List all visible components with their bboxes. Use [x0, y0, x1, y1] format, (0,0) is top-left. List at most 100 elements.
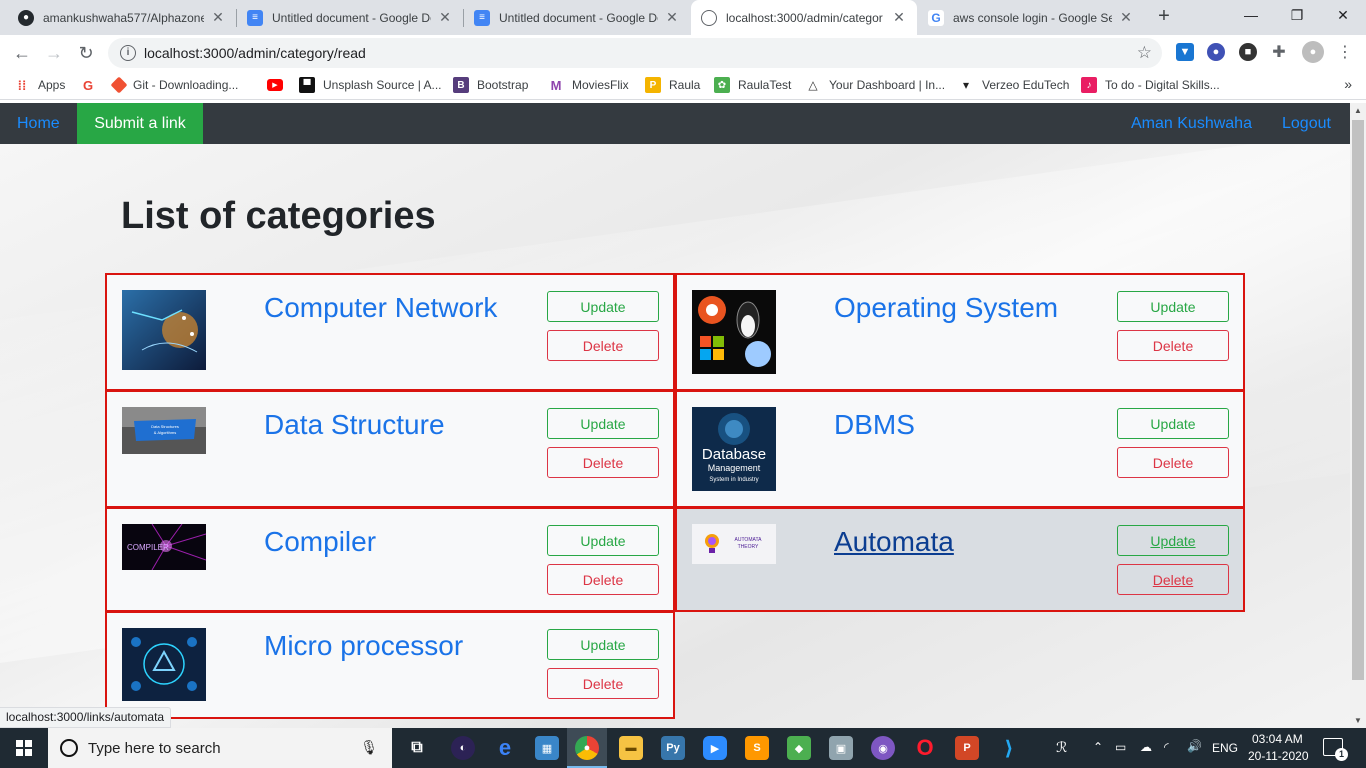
tab-localhost-active[interactable]: localhost:3000/admin/categor ✕	[691, 0, 917, 35]
update-button[interactable]: Update	[1117, 408, 1229, 439]
delete-button[interactable]: Delete	[1117, 447, 1229, 478]
bookmark-git[interactable]: Git - Downloading...	[110, 76, 238, 94]
taskbar-search-box[interactable]: Type here to search 🎙	[48, 728, 392, 768]
profile-avatar[interactable]: ●	[1302, 41, 1324, 63]
virtual-machine-icon[interactable]: ▣	[829, 736, 853, 760]
tab-google-search[interactable]: G aws console login - Google Se ✕	[918, 0, 1144, 35]
update-button[interactable]: Update	[547, 408, 659, 439]
bookmark-raula[interactable]: P Raula	[645, 76, 700, 94]
forward-button[interactable]: →	[40, 39, 68, 67]
update-button[interactable]: Update	[1117, 291, 1229, 322]
delete-button[interactable]: Delete	[547, 447, 659, 478]
more-bookmarks-button[interactable]: »	[1344, 76, 1352, 92]
operating-system-thumbnail	[692, 290, 776, 374]
bookmark-youtube[interactable]: ▶	[267, 76, 291, 94]
apps-grid-icon: ⁞⁞	[17, 77, 27, 93]
volume-icon[interactable]: 🔊	[1187, 739, 1202, 753]
close-tab-icon[interactable]: ✕	[664, 9, 680, 26]
start-button[interactable]	[0, 728, 48, 768]
url-text[interactable]: localhost:3000/admin/category/read	[144, 45, 366, 61]
maximize-button[interactable]: ❐	[1274, 0, 1320, 30]
reload-button[interactable]: ↻	[72, 39, 100, 67]
sublime-text-icon[interactable]: S	[745, 736, 769, 760]
extension-icon[interactable]: ●	[1207, 43, 1225, 61]
category-link[interactable]: Micro processor	[264, 630, 463, 662]
bookmark-verzeo[interactable]: ▾ Verzeo EduTech	[958, 76, 1069, 94]
category-link[interactable]: Data Structure	[264, 409, 445, 441]
delete-button[interactable]: Delete	[547, 668, 659, 699]
update-button[interactable]: Update	[547, 525, 659, 556]
tray-chevron-icon[interactable]: ⌃	[1093, 740, 1103, 754]
site-info-icon[interactable]: i	[120, 45, 136, 61]
scroll-up-icon[interactable]: ▲	[1350, 103, 1366, 119]
microphone-icon[interactable]: 🎙	[360, 739, 378, 756]
scrollbar-thumb[interactable]	[1352, 120, 1364, 680]
close-tab-icon[interactable]: ✕	[437, 9, 453, 26]
bookmark-raulatest[interactable]: ✿ RaulaTest	[714, 76, 791, 94]
vscode-icon[interactable]: ⟩	[997, 736, 1021, 760]
chrome-icon[interactable]: ●	[575, 736, 599, 760]
onedrive-icon[interactable]: ☁	[1140, 740, 1152, 754]
new-tab-button[interactable]: +	[1152, 5, 1176, 29]
clock-time[interactable]: 03:04 AM	[1252, 732, 1303, 746]
python-icon[interactable]: Py	[661, 736, 685, 760]
opera-icon[interactable]: O	[913, 735, 937, 760]
extensions-puzzle-icon[interactable]: ✚	[1270, 43, 1288, 61]
category-link[interactable]: Automata	[834, 526, 954, 558]
nav-logout-link[interactable]: Logout	[1282, 103, 1331, 144]
battery-icon[interactable]: ▭	[1115, 740, 1126, 754]
delete-button[interactable]: Delete	[1117, 564, 1229, 595]
bookmark-star-icon[interactable]: ☆	[1137, 43, 1152, 63]
cube-extension-icon[interactable]: ■	[1239, 43, 1257, 61]
bookmark-moviesflix[interactable]: M MoviesFlix	[548, 76, 629, 94]
zoom-icon[interactable]: ▶	[703, 736, 727, 760]
delete-button[interactable]: Delete	[1117, 330, 1229, 361]
delete-button[interactable]: Delete	[547, 564, 659, 595]
page-scrollbar[interactable]: ▲ ▼	[1350, 103, 1366, 729]
clock-date[interactable]: 20-11-2020	[1248, 749, 1309, 763]
close-tab-icon[interactable]: ✕	[210, 9, 226, 26]
back-button[interactable]: ←	[8, 39, 36, 67]
update-button[interactable]: Update	[547, 291, 659, 322]
action-center-icon[interactable]: 1	[1323, 738, 1348, 761]
tab-google-docs-1[interactable]: ≡ Untitled document - Google Do ✕	[237, 0, 463, 35]
minimize-button[interactable]: —	[1228, 0, 1274, 30]
tab-github[interactable]: ● amankushwaha577/Alphazone ✕	[8, 0, 236, 35]
app-cube-icon[interactable]: ◆	[787, 736, 811, 760]
edge-icon[interactable]: e	[493, 735, 517, 760]
eclipse-icon[interactable]: ◐	[451, 736, 475, 760]
store-icon[interactable]: ▦	[535, 736, 559, 760]
category-link[interactable]: Operating System	[834, 292, 1058, 324]
task-view-icon[interactable]: ⧉	[405, 736, 429, 760]
powerpoint-icon[interactable]: P	[955, 736, 979, 760]
data-structure-thumbnail: Data Structures & Algorithms	[122, 407, 206, 454]
address-bar[interactable]: i localhost:3000/admin/category/read ☆	[108, 38, 1162, 68]
shield-extension-icon[interactable]: ▼	[1176, 43, 1194, 61]
people-icon[interactable]: ℛ	[1056, 739, 1067, 756]
language-indicator[interactable]: ENG	[1212, 741, 1238, 755]
nav-submit-link[interactable]: Submit a link	[77, 103, 203, 144]
category-link[interactable]: DBMS	[834, 409, 915, 441]
delete-button[interactable]: Delete	[547, 330, 659, 361]
category-link[interactable]: Compiler	[264, 526, 376, 558]
update-button[interactable]: Update	[1117, 525, 1229, 556]
close-window-button[interactable]: ✕	[1320, 0, 1366, 30]
bookmark-unsplash[interactable]: ▀ Unsplash Source | A...	[299, 76, 442, 94]
close-tab-icon[interactable]: ✕	[891, 9, 907, 26]
scroll-down-icon[interactable]: ▼	[1350, 713, 1366, 729]
close-tab-icon[interactable]: ✕	[1118, 9, 1134, 26]
category-link[interactable]: Computer Network	[264, 292, 497, 324]
wifi-icon[interactable]: ◜	[1164, 740, 1169, 754]
file-explorer-icon[interactable]: ▬	[619, 736, 643, 760]
github-desktop-icon[interactable]: ◉	[871, 736, 895, 760]
bookmark-todo[interactable]: ♪ To do - Digital Skills...	[1081, 76, 1220, 94]
bookmark-dashboard[interactable]: △ Your Dashboard | In...	[805, 76, 945, 94]
update-button[interactable]: Update	[547, 629, 659, 660]
tab-google-docs-2[interactable]: ≡ Untitled document - Google Do ✕	[464, 0, 690, 35]
nav-home-link[interactable]: Home	[17, 103, 60, 144]
bookmark-apps[interactable]: ⁞⁞ Apps	[14, 76, 66, 94]
nav-user-link[interactable]: Aman Kushwaha	[1131, 103, 1252, 144]
bookmark-google[interactable]: G	[80, 76, 104, 94]
bookmark-bootstrap[interactable]: B Bootstrap	[453, 76, 528, 94]
chrome-menu-icon[interactable]: ⋮	[1336, 43, 1354, 61]
